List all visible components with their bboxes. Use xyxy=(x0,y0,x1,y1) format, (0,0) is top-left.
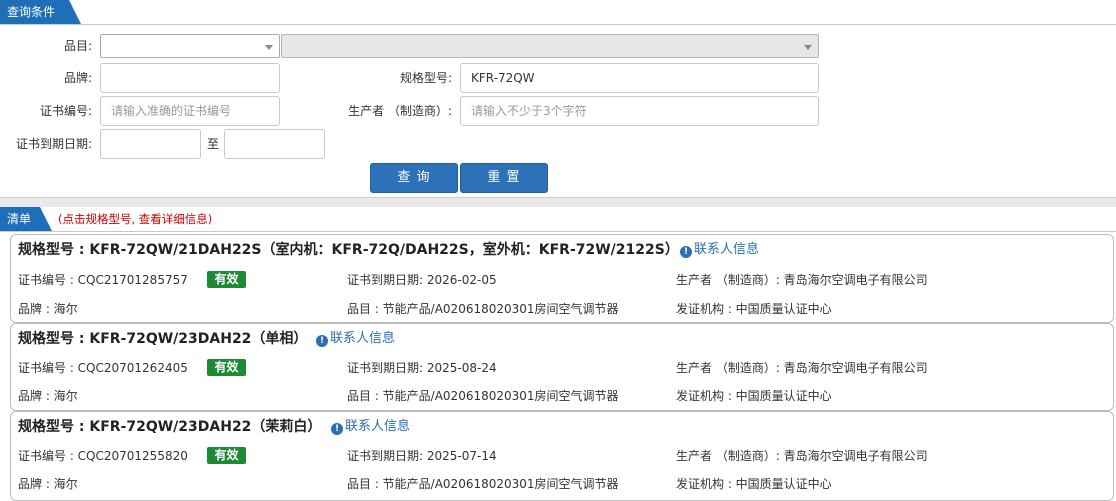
result-card: 规格型号 : KFR-72QW/21DAH22S（室内机：KFR-72Q/DAH… xyxy=(10,234,1114,323)
manufacturer: 生产者 （制造商）: 青岛海尔空调电子有限公司 xyxy=(676,361,928,375)
cert-no-input[interactable]: 请输入准确的证书编号 xyxy=(100,96,280,126)
model-input[interactable]: KFR-72QW xyxy=(460,63,819,93)
issuer: 发证机构 : 中国质量认证中心 xyxy=(676,302,832,316)
issuer: 发证机构 : 中国质量认证中心 xyxy=(676,389,832,403)
list-panel-header: 清单 (点击规格型号, 查看详细信息) xyxy=(0,207,1116,232)
list-section-title: 清单 xyxy=(7,212,32,226)
contact-info-label: 联系人信息 xyxy=(694,242,760,257)
list-tab-tail xyxy=(40,207,52,231)
expiry-date: 证书到期日期: 2025-08-24 xyxy=(347,361,497,375)
section-divider xyxy=(0,197,1116,207)
brand-label: 品牌: xyxy=(63,71,92,85)
expiry-label: 证书到期日期: xyxy=(15,137,92,151)
expiry-start-input[interactable] xyxy=(100,129,201,159)
expiry-date: 证书到期日期: 2025-07-14 xyxy=(347,449,497,463)
contact-info-link[interactable]: ! 联系人信息 xyxy=(331,418,410,436)
manufacturer-label: 生产者 （制造商）: xyxy=(348,104,452,118)
cert-no: 证书编号 : CQC21701285757 xyxy=(18,273,188,287)
brand-input[interactable] xyxy=(100,63,280,93)
query-tab: 查询条件 xyxy=(0,0,69,24)
chevron-down-icon xyxy=(804,45,812,50)
expiry-end-input[interactable] xyxy=(224,129,325,159)
manufacturer-input[interactable]: 请输入不少于3个字符 xyxy=(460,96,819,126)
manufacturer: 生产者 （制造商）: 青岛海尔空调电子有限公司 xyxy=(676,273,928,287)
contact-info-label: 联系人信息 xyxy=(330,331,396,346)
brand: 品牌 : 海尔 xyxy=(18,302,78,316)
expiry-to-label: 至 xyxy=(206,137,219,151)
brand: 品牌 : 海尔 xyxy=(18,477,78,491)
model-title-link[interactable]: 规格型号 : KFR-72QW/23DAH22（单相） xyxy=(18,329,307,349)
status-badge: 有效 xyxy=(207,271,246,288)
list-hint: (点击规格型号, 查看详细信息) xyxy=(58,212,213,226)
contact-info-link[interactable]: ! 联系人信息 xyxy=(680,241,759,259)
category: 品目 : 节能产品/A020618020301房间空气调节器 xyxy=(347,302,619,316)
result-card: 规格型号 : KFR-72QW/23DAH22（茉莉白） ! 联系人信息 证书编号… xyxy=(10,411,1114,501)
query-tab-tail xyxy=(69,0,81,24)
manufacturer: 生产者 （制造商）: 青岛海尔空调电子有限公司 xyxy=(676,449,928,463)
brand: 品牌 : 海尔 xyxy=(18,389,78,403)
query-panel-header: 查询条件 xyxy=(0,0,1116,25)
search-button[interactable]: 查 询 xyxy=(370,163,458,193)
info-circle-icon: ! xyxy=(331,423,343,435)
cert-no: 证书编号 : CQC20701255820 xyxy=(18,449,188,463)
info-circle-icon: ! xyxy=(680,246,692,258)
list-tab: 清单 xyxy=(0,207,40,231)
status-badge: 有效 xyxy=(207,447,246,464)
chevron-down-icon xyxy=(265,45,273,50)
issuer: 发证机构 : 中国质量认证中心 xyxy=(676,477,832,491)
cert-no: 证书编号 : CQC20701262405 xyxy=(18,361,188,375)
query-section-title: 查询条件 xyxy=(7,5,56,19)
result-card: 规格型号 : KFR-72QW/23DAH22（单相） ! 联系人信息 证书编号 … xyxy=(10,323,1114,411)
contact-info-link[interactable]: ! 联系人信息 xyxy=(316,330,395,348)
category-label: 品目: xyxy=(63,39,92,53)
model-title-link[interactable]: 规格型号 : KFR-72QW/21DAH22S（室内机：KFR-72Q/DAH… xyxy=(18,240,679,260)
contact-info-label: 联系人信息 xyxy=(345,419,411,434)
reset-button[interactable]: 重 置 xyxy=(460,163,548,193)
expiry-date: 证书到期日期: 2026-02-05 xyxy=(347,273,497,287)
cert-no-label: 证书编号: xyxy=(39,104,92,118)
status-badge: 有效 xyxy=(207,359,246,376)
category-select-secondary[interactable] xyxy=(281,34,819,58)
category: 品目 : 节能产品/A020618020301房间空气调节器 xyxy=(347,477,619,491)
info-circle-icon: ! xyxy=(316,335,328,347)
model-title-link[interactable]: 规格型号 : KFR-72QW/23DAH22（茉莉白） xyxy=(18,417,321,437)
category-select-primary[interactable] xyxy=(100,34,280,58)
category: 品目 : 节能产品/A020618020301房间空气调节器 xyxy=(347,389,619,403)
model-label: 规格型号: xyxy=(399,71,452,85)
